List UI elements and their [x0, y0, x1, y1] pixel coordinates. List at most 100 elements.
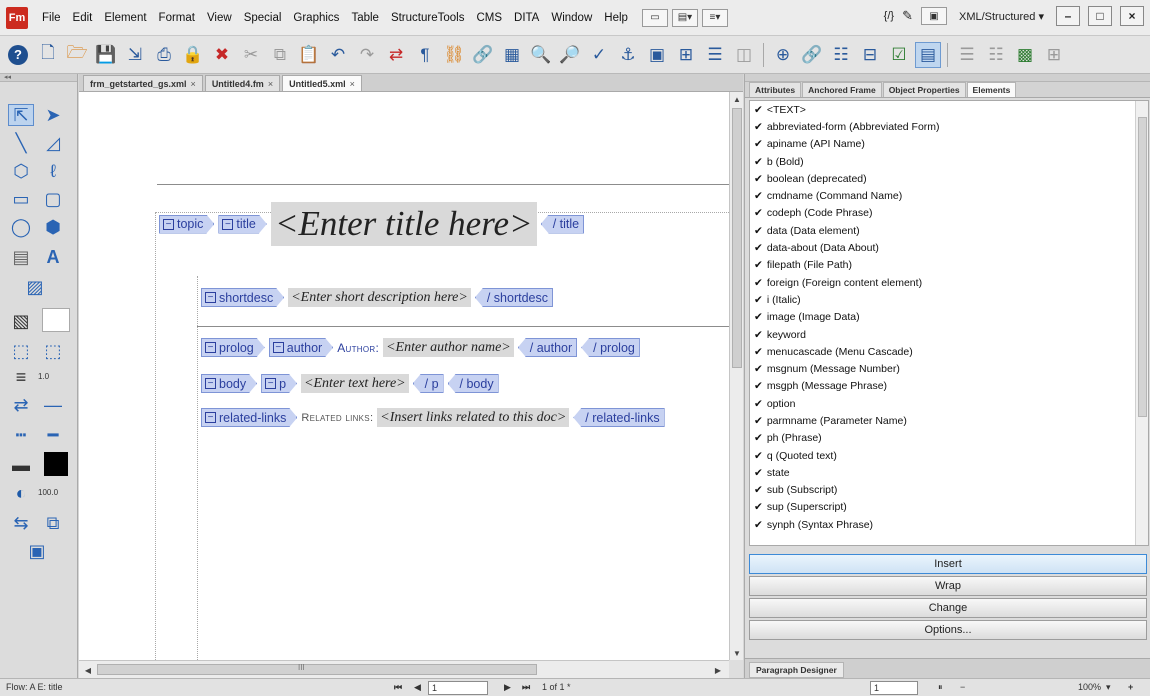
pen-pattern-icon[interactable]: ⬚ [8, 340, 34, 362]
element-list-item[interactable]: ✔ boolean (deprecated) [750, 170, 1148, 187]
document-canvas[interactable]: − topic − title <Enter title here> / title… [79, 92, 729, 660]
help-icon[interactable]: ? [8, 44, 28, 65]
tools-panel-header[interactable]: ◂◂ [0, 74, 77, 82]
line-tool-icon[interactable]: ╲ [8, 132, 34, 154]
element-list-item[interactable]: ✔ ph (Phrase) [750, 430, 1148, 447]
related-links-placeholder[interactable]: <Insert links related to this doc> [377, 408, 570, 427]
text-line-tool-icon[interactable]: A [40, 246, 66, 268]
element-list-item[interactable]: ✔ msgnum (Message Number) [750, 360, 1148, 377]
workspace-selector[interactable]: XML/Structured ▾ [955, 10, 1048, 23]
element-list-item[interactable]: ✔ data (Data element) [750, 222, 1148, 239]
maximize-button[interactable]: □ [1088, 6, 1112, 26]
panel-header[interactable] [745, 74, 1150, 82]
element-list-item[interactable]: ✔ b (Bold) [750, 153, 1148, 170]
polygon-tool-icon[interactable]: ⬡ [8, 160, 34, 182]
menu-file[interactable]: File [36, 12, 67, 24]
collapse-icon[interactable]: − [163, 219, 174, 230]
chevron-down-icon[interactable]: ▾ [1106, 682, 1111, 693]
element-list-item[interactable]: ✔ data-about (Data About) [750, 239, 1148, 256]
scroll-left-icon[interactable]: ◀ [81, 663, 95, 677]
collapse-icon[interactable]: − [205, 378, 216, 389]
align-icon[interactable]: ☰ [702, 42, 728, 68]
menu-cms[interactable]: CMS [470, 12, 508, 24]
insert-text-icon[interactable]: ¶ [412, 42, 438, 68]
layout-icon[interactable]: ▭ [641, 8, 668, 27]
pencil-icon[interactable]: ✎ [902, 8, 913, 24]
zoom-level[interactable]: 100% [1078, 682, 1101, 692]
insert-button[interactable]: Insert [749, 554, 1147, 574]
element-list-item[interactable]: ✔ codeph (Code Phrase) [750, 205, 1148, 222]
hyperlink-icon[interactable]: 🔗 [470, 42, 496, 68]
element-list-item[interactable]: ✔ option [750, 395, 1148, 412]
pod-menu-icon[interactable]: ≡▾ [701, 8, 728, 27]
smart-select-icon[interactable]: ⇱ [8, 104, 34, 126]
zoom-icon[interactable]: ⊕ [770, 42, 796, 68]
table-icon[interactable]: ⊞ [1041, 42, 1067, 68]
scroll-thumb[interactable] [1138, 117, 1147, 417]
redo-icon[interactable]: ↷ [354, 42, 380, 68]
paste-icon[interactable]: 📋 [296, 42, 322, 68]
tab-attributes[interactable]: Attributes [749, 82, 802, 97]
cut-icon[interactable]: ✂ [238, 42, 264, 68]
menu-help[interactable]: Help [598, 12, 634, 24]
author-end-tag[interactable]: / author [517, 338, 578, 357]
title-end-tag[interactable]: / title [540, 214, 585, 234]
anchor-icon[interactable]: ⚓ [615, 42, 641, 68]
first-page-icon[interactable]: ⏮ [394, 682, 402, 693]
doc-tab[interactable]: frm_getstarted_gs.xml × [83, 75, 203, 91]
menu-special[interactable]: Special [238, 12, 288, 24]
find-next-icon[interactable]: 🔎 [557, 42, 583, 68]
link-icon[interactable]: 🔗 [799, 42, 825, 68]
p-tag[interactable]: − p [261, 374, 297, 393]
insert-table-icon[interactable]: ▦ [499, 42, 525, 68]
topic-tag[interactable]: − topic [159, 215, 214, 234]
menu-view[interactable]: View [201, 12, 238, 24]
element-list-item[interactable]: ✔ i (Italic) [750, 291, 1148, 308]
line-width-icon[interactable]: ≡ [8, 366, 34, 388]
shortdesc-placeholder[interactable]: <Enter short description here> [288, 288, 471, 307]
zoom-out-button[interactable]: − [960, 682, 965, 692]
body-end-tag[interactable]: / body [447, 374, 499, 393]
horizontal-scrollbar[interactable]: ◀ III ▶ [79, 660, 729, 678]
solid-line-icon[interactable]: ━ [40, 424, 66, 446]
element-list-item[interactable]: ✔ image (Image Data) [750, 309, 1148, 326]
fill-pattern-icon[interactable]: ▧ [8, 310, 34, 332]
element-list-item[interactable]: ✔ keyword [750, 326, 1148, 343]
scroll-down-icon[interactable]: ▼ [730, 646, 744, 660]
element-list-item[interactable]: ✔ foreign (Foreign content element) [750, 274, 1148, 291]
element-list-item[interactable]: ✔ parmname (Parameter Name) [750, 412, 1148, 429]
status-field[interactable]: 1 [870, 681, 918, 695]
spelling-icon[interactable]: ✓ [586, 42, 612, 68]
collapse-icon[interactable]: − [205, 412, 216, 423]
scroll-thumb[interactable]: III [97, 663, 537, 675]
bulleted-list-icon[interactable]: ☰ [954, 42, 980, 68]
element-list-scrollbar[interactable] [1135, 101, 1148, 545]
wrap-button[interactable]: Wrap [749, 576, 1147, 596]
close-icon[interactable]: × [350, 79, 355, 89]
shortdesc-end-tag[interactable]: / shortdesc [474, 288, 553, 307]
menu-dita[interactable]: DITA [508, 12, 545, 24]
find-icon[interactable]: 🔍 [528, 42, 554, 68]
prev-page-icon[interactable]: ◀ [414, 682, 421, 693]
shortdesc-tag[interactable]: − shortdesc [201, 288, 284, 307]
tab-elements[interactable]: Elements [966, 82, 1017, 97]
picture-tool-icon[interactable]: ▨ [22, 276, 48, 298]
print-icon[interactable]: ⎙ [151, 42, 177, 68]
fill-swatch[interactable] [42, 308, 70, 332]
element-list-item[interactable]: ✔ msgph (Message Phrase) [750, 378, 1148, 395]
doc-tab[interactable]: Untitled4.fm × [204, 75, 281, 91]
zoom-in-button[interactable]: + [1128, 682, 1133, 692]
element-list-item[interactable]: ✔ <TEXT> [750, 101, 1148, 118]
rectangle-tool-icon[interactable]: ▭ [8, 188, 34, 210]
element-list-item[interactable]: ✔ sub (Subscript) [750, 482, 1148, 499]
hexagon-tool-icon[interactable]: ⬢ [40, 216, 66, 238]
oval-tool-icon[interactable]: ◯ [8, 216, 34, 238]
line-style-icon[interactable]: — [40, 394, 66, 416]
pen-none-icon[interactable]: ⬚ [40, 340, 66, 362]
graphic-properties-icon[interactable]: ▣ [24, 540, 50, 562]
element-catalog-icon[interactable]: ☷ [828, 42, 854, 68]
tab-object-properties[interactable]: Object Properties [882, 82, 966, 97]
last-page-icon[interactable]: ⏭ [522, 682, 530, 693]
collapse-icon[interactable]: − [205, 342, 216, 353]
color-swatch[interactable] [44, 452, 68, 476]
